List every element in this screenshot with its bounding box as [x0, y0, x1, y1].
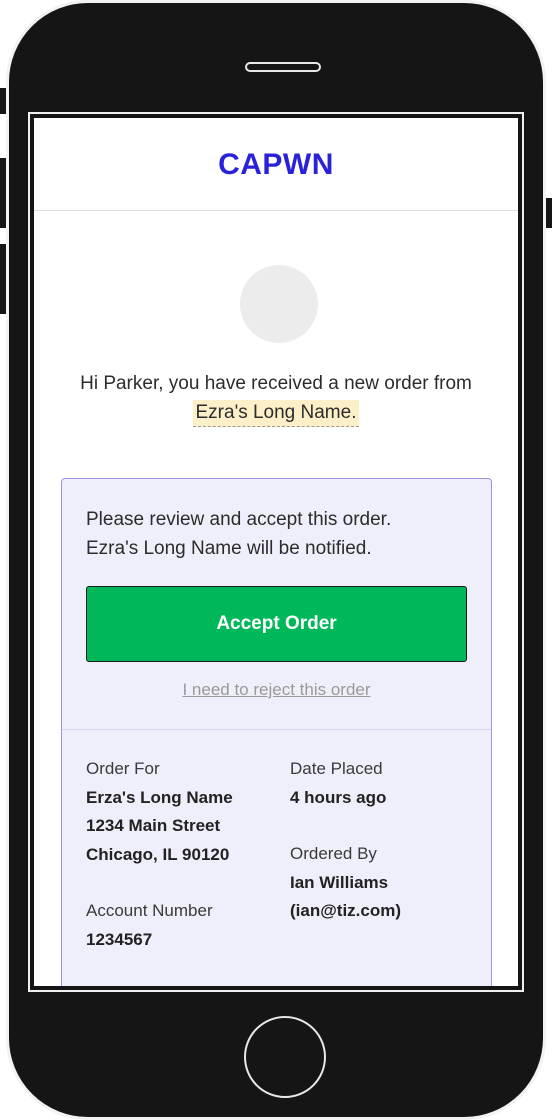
- date-placed-block: Date Placed 4 hours ago: [290, 755, 386, 812]
- date-placed-label: Date Placed: [290, 759, 383, 778]
- account-number-block: Account Number 1234567: [86, 897, 213, 954]
- reject-order-link[interactable]: I need to reject this order: [62, 680, 491, 700]
- account-number-value: 1234567: [86, 929, 153, 949]
- ordered-by-name: Ian Williams: [290, 872, 389, 892]
- sender-name-link[interactable]: Ezra's Long Name.: [192, 400, 360, 427]
- order-for-city: Chicago, IL 90120: [86, 844, 230, 864]
- ordered-by-email: (ian@tiz.com): [290, 901, 402, 920]
- review-message: Please review and accept this order. Ezr…: [86, 505, 391, 563]
- brand-logo: CAPWN: [218, 148, 334, 181]
- phone-screen: CAPWN Hi Parker, you have received a new…: [28, 112, 524, 992]
- account-number-label: Account Number: [86, 901, 213, 920]
- order-for-label: Order For: [86, 759, 160, 778]
- review-line-2: Ezra's Long Name will be notified.: [86, 538, 372, 559]
- greeting-message: Hi Parker, you have received a new order…: [34, 369, 518, 427]
- date-placed-value: 4 hours ago: [290, 787, 387, 807]
- email-viewport: CAPWN Hi Parker, you have received a new…: [34, 118, 518, 986]
- ordered-by-block: Ordered By Ian Williams (ian@tiz.com): [290, 840, 401, 926]
- accept-order-button[interactable]: Accept Order: [86, 586, 467, 662]
- order-for-name: Erza's Long Name: [86, 787, 233, 807]
- order-for-block: Order For Erza's Long Name 1234 Main Str…: [86, 755, 233, 869]
- header-bar: CAPWN: [34, 118, 518, 211]
- avatar: [240, 265, 318, 343]
- order-for-street: 1234 Main Street: [86, 816, 221, 835]
- ordered-by-label: Ordered By: [290, 844, 377, 863]
- order-card: Please review and accept this order. Ezr…: [61, 478, 492, 986]
- card-divider: [62, 729, 491, 730]
- speaker-grille: [245, 62, 321, 72]
- home-button[interactable]: [244, 1016, 326, 1098]
- greeting-text: Hi Parker, you have received a new order…: [80, 373, 472, 394]
- review-line-1: Please review and accept this order.: [86, 509, 392, 530]
